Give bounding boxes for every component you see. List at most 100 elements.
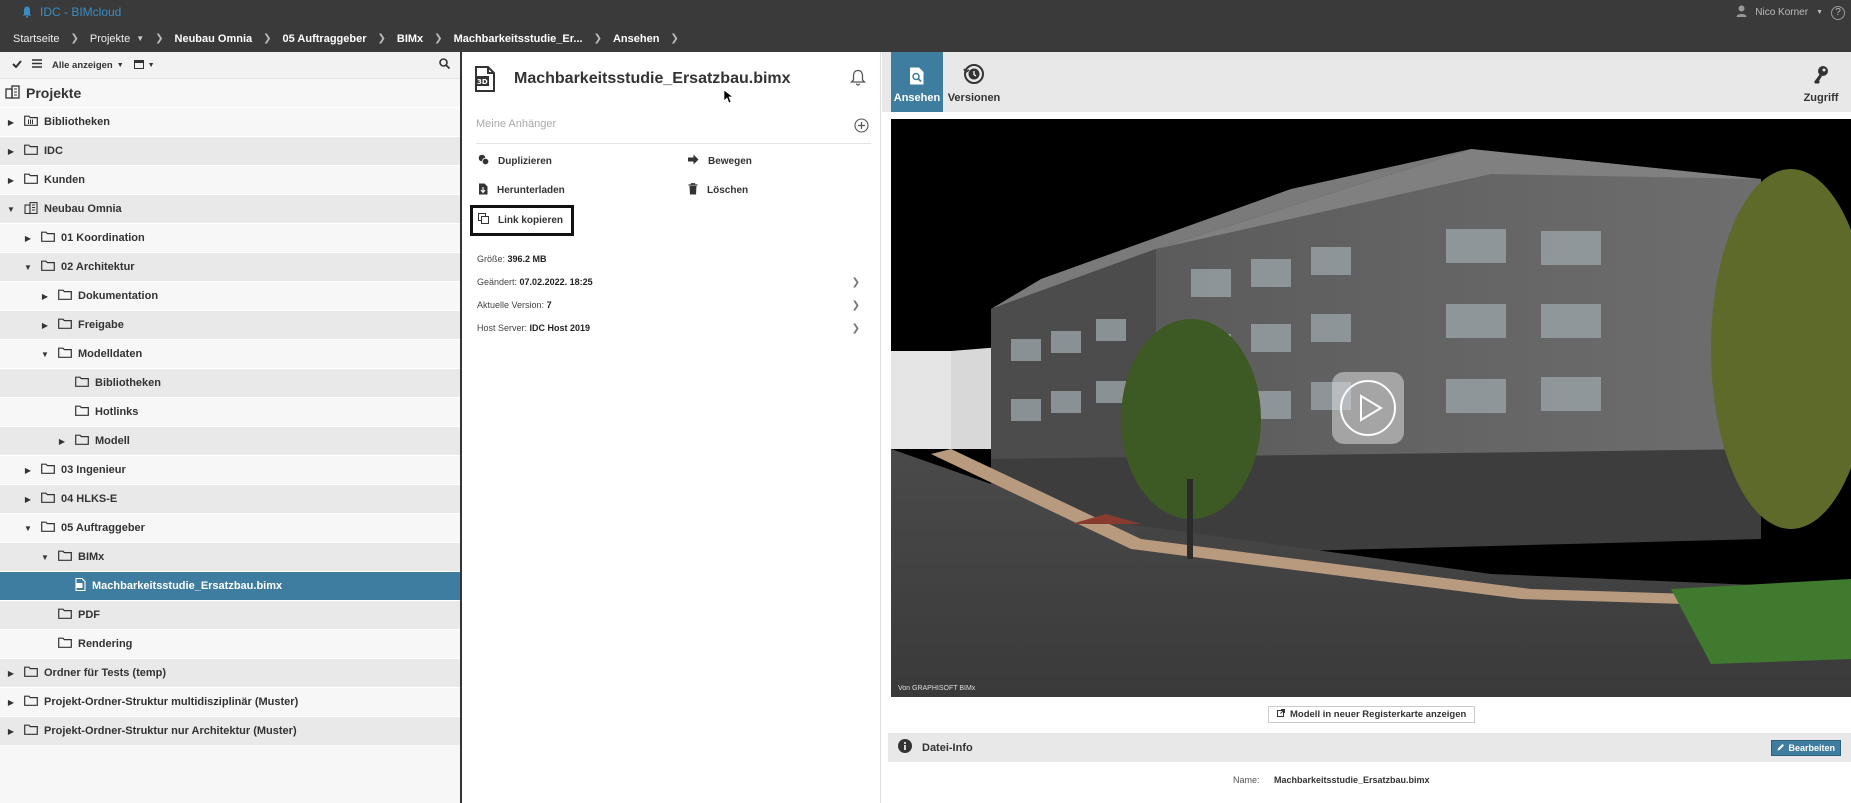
tree-item[interactable]: ▶Rendering xyxy=(0,629,460,658)
breadcrumb-item[interactable]: Projekte ▼ ❯ xyxy=(90,33,175,45)
tree-item[interactable]: ▶ Projekt-Ordner-Struktur nur Architektur… xyxy=(0,716,460,745)
breadcrumb-item[interactable]: BIMx ❯ xyxy=(397,33,454,45)
move-label: Bewegen xyxy=(708,155,752,167)
download-button[interactable]: Herunterladen xyxy=(478,183,565,198)
tab-versions[interactable]: Versionen xyxy=(944,52,1004,112)
folder-icon xyxy=(58,550,72,564)
app-title[interactable]: IDC - BIMcloud xyxy=(22,5,121,19)
caret-right-icon[interactable]: ▶ xyxy=(6,669,16,678)
tree-item[interactable]: ▼ 02 Architektur xyxy=(0,252,460,281)
tree-item[interactable]: ▼ Modelldaten xyxy=(0,339,460,368)
folder-icon xyxy=(24,695,38,709)
user-menu[interactable]: Nico Korner ▼ ? xyxy=(1736,5,1845,20)
tree-item[interactable]: ▶Bibliotheken xyxy=(0,107,460,136)
search-icon[interactable] xyxy=(439,58,451,72)
filter-dropdown[interactable]: Alle anzeigen ▼ xyxy=(52,60,124,71)
caret-down-icon[interactable]: ▼ xyxy=(40,553,50,562)
version-value: 7 xyxy=(546,300,552,310)
project-tree-panel: Alle anzeigen ▼ ▼ Projekte ▶ Bibliotheken… xyxy=(0,52,462,803)
caret-right-icon[interactable]: ▶ xyxy=(6,118,16,127)
copy-link-button[interactable]: Link kopieren xyxy=(478,213,563,227)
caret-down-icon[interactable]: ▼ xyxy=(23,524,33,533)
tree-item[interactable]: ▶Bibliotheken xyxy=(0,368,460,397)
caret-right-icon[interactable]: ▶ xyxy=(6,147,16,156)
help-icon[interactable]: ? xyxy=(1831,5,1845,20)
host-server-row[interactable]: Host Server: IDC Host 2019 ❯ xyxy=(477,323,872,334)
chevron-down-icon: ▼ xyxy=(116,61,124,69)
tab-access[interactable]: Zugriff xyxy=(1791,52,1851,112)
caret-right-icon[interactable]: ▶ xyxy=(6,727,16,736)
folder-icon xyxy=(24,666,38,680)
chevron-right-icon: ❯ xyxy=(434,33,443,44)
tree-item[interactable]: ▶ IDC xyxy=(0,136,460,165)
tree-item[interactable]: ▼ 05 Auftraggeber xyxy=(0,513,460,542)
caret-right-icon[interactable]: ▶ xyxy=(23,234,33,243)
edit-button[interactable]: Bearbeiten xyxy=(1771,740,1841,756)
host-value: IDC Host 2019 xyxy=(529,323,591,333)
bimx-preview[interactable]: Von GRAPHISOFT BIMx xyxy=(891,119,1851,697)
tree-item-label: 05 Auftraggeber xyxy=(61,522,145,534)
tree-item[interactable]: ▶ 04 HLKS-E xyxy=(0,484,460,513)
checkmark-icon[interactable] xyxy=(12,59,22,71)
chevron-right-icon: ❯ xyxy=(593,33,602,44)
tree-item[interactable]: ▶ Ordner für Tests (temp) xyxy=(0,658,460,687)
list-icon[interactable] xyxy=(32,59,42,71)
breadcrumb-item[interactable]: Startseite ❯ xyxy=(13,33,90,45)
tree-item[interactable]: ▶Hotlinks xyxy=(0,397,460,426)
caret-right-icon[interactable]: ▶ xyxy=(40,292,50,301)
folder-icon xyxy=(41,521,55,535)
tree-item-label: Hotlinks xyxy=(95,406,139,418)
caret-down-icon[interactable]: ▼ xyxy=(40,350,50,359)
tree-item[interactable]: ▶ 03 Ingenieur xyxy=(0,455,460,484)
tree-item-label: 03 Ingenieur xyxy=(61,464,126,476)
notification-bell-icon[interactable] xyxy=(849,69,867,89)
caret-right-icon[interactable]: ▶ xyxy=(23,495,33,504)
changed-value: 07.02.2022. 18:25 xyxy=(519,277,593,287)
play-button[interactable] xyxy=(1332,372,1404,444)
tree-item-label: Modell xyxy=(95,435,130,447)
duplicate-button[interactable]: Duplizieren xyxy=(478,154,552,168)
tree-item[interactable]: ▶ Kunden xyxy=(0,165,460,194)
tree-item[interactable]: ▼ Neubau Omnia xyxy=(0,194,460,223)
current-version-row[interactable]: Aktuelle Version: 7 ❯ xyxy=(477,300,872,311)
tree-item[interactable]: ▶ Projekt-Ordner-Struktur multidisziplinä… xyxy=(0,687,460,716)
duplicate-icon xyxy=(478,154,490,168)
calendar-dropdown[interactable]: ▼ xyxy=(133,59,155,72)
tree-item[interactable]: ▶PDF xyxy=(0,600,460,629)
attachments-field[interactable]: Meine Anhänger xyxy=(476,118,871,144)
tree-item[interactable]: ▶ Dokumentation xyxy=(0,281,460,310)
changed-row[interactable]: Geändert: 07.02.2022. 18:25 ❯ xyxy=(477,277,872,288)
caret-right-icon[interactable]: ▶ xyxy=(40,321,50,330)
breadcrumb-item[interactable]: Machbarkeitsstudie_Er... ❯ xyxy=(454,33,613,45)
chevron-right-icon: ❯ xyxy=(670,33,679,44)
move-button[interactable]: Bewegen xyxy=(688,154,752,168)
folder-icon xyxy=(24,724,38,738)
tree-item[interactable]: ▶ Modell xyxy=(0,426,460,455)
tree-item[interactable]: ▶ 01 Koordination xyxy=(0,223,460,252)
open-in-new-tab-label: Modell in neuer Registerkarte anzeigen xyxy=(1290,709,1467,720)
tab-view[interactable]: Ansehen xyxy=(891,52,943,112)
chevron-down-icon: ▼ xyxy=(147,61,155,69)
caret-right-icon[interactable]: ▶ xyxy=(57,437,67,446)
arrow-right-icon xyxy=(688,154,699,168)
name-value: Machbarkeitsstudie_Ersatzbau.bimx xyxy=(1274,775,1430,785)
breadcrumb-item[interactable]: Ansehen ❯ xyxy=(613,33,690,45)
tree-item-label: 04 HLKS-E xyxy=(61,493,118,505)
breadcrumb-item[interactable]: Neubau Omnia ❯ xyxy=(175,33,283,45)
caret-right-icon[interactable]: ▶ xyxy=(6,176,16,185)
caret-right-icon[interactable]: ▶ xyxy=(6,698,16,707)
add-circle-icon[interactable] xyxy=(854,118,869,136)
attachments-placeholder: Meine Anhänger xyxy=(476,118,557,130)
open-in-new-tab-button[interactable]: Modell in neuer Registerkarte anzeigen xyxy=(1268,706,1476,723)
breadcrumb-item[interactable]: 05 Auftraggeber ❯ xyxy=(283,33,397,45)
delete-button[interactable]: Löschen xyxy=(688,183,748,198)
caret-down-icon[interactable]: ▼ xyxy=(23,263,33,272)
tree-item[interactable]: ▶ Freigabe xyxy=(0,310,460,339)
caret-right-icon[interactable]: ▶ xyxy=(23,466,33,475)
caret-down-icon[interactable]: ▼ xyxy=(6,205,16,214)
tree-item-label: Projekt-Ordner-Struktur nur Architektur … xyxy=(44,725,297,737)
tree-item[interactable]: ▼ BIMx xyxy=(0,542,460,571)
filter-label: Alle anzeigen xyxy=(52,59,113,71)
chevron-right-icon: ❯ xyxy=(155,33,164,44)
tree-item[interactable]: ▶Machbarkeitsstudie_Ersatzbau.bimx xyxy=(0,571,460,600)
